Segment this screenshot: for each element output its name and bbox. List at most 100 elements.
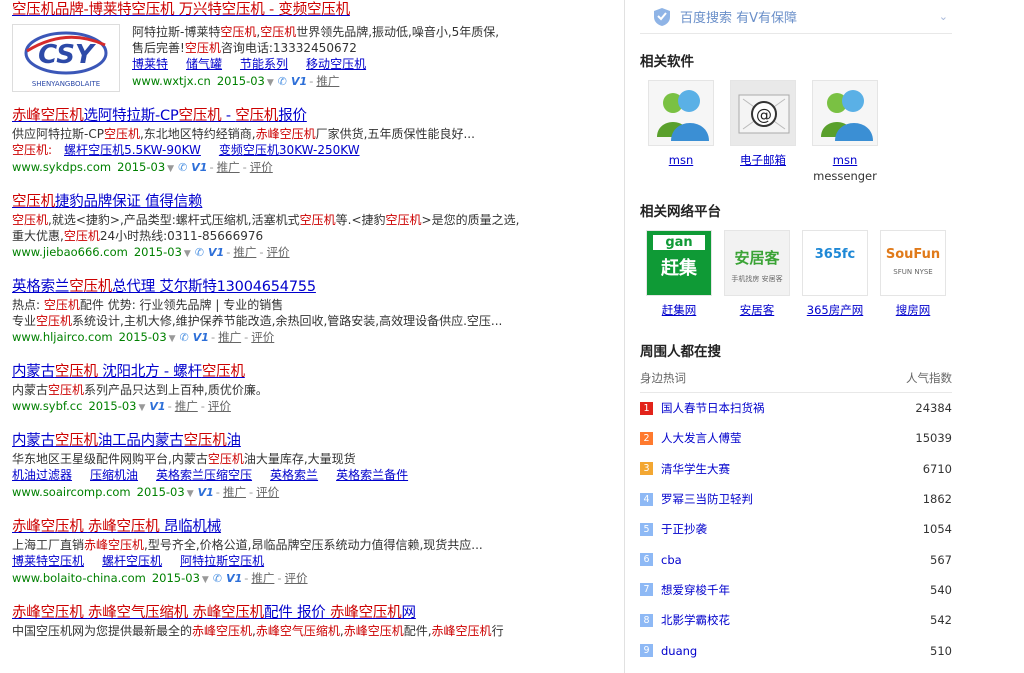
sitelink[interactable]: 移动空压机 [306,57,366,71]
result-title-link[interactable]: 赤峰空压机 赤峰空压机 昂临机械 [12,517,221,537]
platform-item[interactable]: SouFun SFUN NYSE 搜房网 [874,230,952,318]
evaluate-link[interactable]: 评价 [208,399,231,413]
hot-search-row[interactable]: 7 想爱穿梭千年 540 [640,575,952,605]
result-title-link[interactable]: 内蒙古空压机油工品内蒙古空压机油 [12,431,241,451]
software-item[interactable]: msn messenger [804,80,886,184]
dropdown-caret-icon[interactable]: ▼ [169,334,176,344]
platform-item[interactable]: 安居客 手机找房 安居客安居客 [718,230,796,318]
sitelink[interactable]: 机油过滤器 [12,468,72,482]
platform-label[interactable]: 搜房网 [874,302,952,318]
hot-search-row[interactable]: 6 cba 567 [640,544,952,574]
hot-keyword-link[interactable]: duang [661,644,930,658]
software-label[interactable]: 电子邮箱 [722,152,804,168]
hot-search-row[interactable]: 8 北影学霸校花 542 [640,605,952,635]
v1-verified-icon[interactable]: V1 [191,161,207,174]
sitelink[interactable]: 阿特拉斯空压机 [180,554,264,568]
sitelink[interactable]: 压缩机油 [90,468,138,482]
hot-search-row[interactable]: 4 罗幂三当防卫轻判 1862 [640,484,952,514]
platform-item[interactable]: gan 赶集赶集网 [640,230,718,318]
result-title-link[interactable]: 赤峰空压机 赤峰空气压缩机 赤峰空压机配件 报价 赤峰空压机网 [12,603,416,623]
hot-keyword-link[interactable]: 北影学霸校花 [661,612,930,628]
evaluate-link[interactable]: 评价 [256,485,279,499]
software-label[interactable]: msn [804,152,886,168]
sitelink[interactable]: 博莱特 [132,57,168,71]
sitelink[interactable]: 英格索兰备件 [336,468,408,482]
result-title-link[interactable]: 赤峰空压机选阿特拉斯-CP空压机 - 空压机报价 [12,106,307,126]
result-title-link[interactable]: 空压机捷豹品牌保证 值得信赖 [12,192,203,212]
hot-keyword-link[interactable]: cba [661,553,930,567]
company-logo[interactable]: CSY SHENYANGBOLAITE [12,24,120,92]
platform-label[interactable]: 赶集网 [640,302,718,318]
hot-search-row[interactable]: 3 清华学生大赛 6710 [640,454,952,484]
promo-link[interactable]: 推广 [316,74,339,88]
evaluate-link[interactable]: 评价 [250,160,273,174]
dropdown-caret-icon[interactable]: ▼ [184,249,191,259]
msn-icon[interactable] [648,80,714,146]
promo-link[interactable]: 推广 [218,330,241,344]
sitelink[interactable]: 螺杆空压机 [102,554,162,568]
hot-keyword-link[interactable]: 清华学生大赛 [661,461,923,477]
phone-icon[interactable]: ✆ [180,331,189,344]
hot-search-row[interactable]: 5 于正抄袭 1054 [640,514,952,544]
promo-link[interactable]: 推广 [233,245,256,259]
dropdown-caret-icon[interactable]: ▼ [267,78,274,88]
result-url[interactable]: www.hljairco.com [12,330,113,344]
v1-verified-icon[interactable]: V1 [291,75,307,88]
evaluate-link[interactable]: 评价 [267,245,290,259]
sitelink[interactable]: 英格索兰 [270,468,318,482]
email-icon[interactable]: @ [730,80,796,146]
result-url[interactable]: www.wxtjx.cn [132,74,211,88]
chevron-down-icon[interactable]: ⌄ [939,10,948,23]
platform-logo[interactable]: 安居客 手机找房 安居客 [724,230,790,296]
sitelink[interactable]: 英格索兰压缩空压 [156,468,252,482]
software-item[interactable]: @ 电子邮箱 [722,80,804,184]
sitelink[interactable]: 节能系列 [240,57,288,71]
v1-verified-icon[interactable]: V1 [198,486,214,499]
promo-link[interactable]: 推广 [223,485,246,499]
dropdown-caret-icon[interactable]: ▼ [167,164,174,174]
phone-icon[interactable]: ✆ [213,572,222,585]
hot-search-row[interactable]: 1 国人春节日本扫货祸 24384 [640,393,952,423]
software-label[interactable]: msn [640,152,722,168]
sitelink[interactable]: 变频空压机30KW-250KW [219,143,360,157]
v1-verified-icon[interactable]: V1 [208,246,224,259]
result-title-link[interactable]: 内蒙古空压机 沈阳北方 - 螺杆空压机 [12,362,245,382]
result-url[interactable]: www.soaircomp.com [12,485,131,499]
evaluate-link[interactable]: 评价 [285,571,308,585]
hot-search-row[interactable]: 9 duang 510 [640,635,952,665]
baidu-guarantee-bar[interactable]: 百度搜索 有V有保障 ⌄ [640,0,952,34]
hot-keyword-link[interactable]: 想爱穿梭千年 [661,582,930,598]
result-url[interactable]: www.sybf.cc [12,399,82,413]
v1-verified-icon[interactable]: V1 [149,400,165,413]
hot-keyword-link[interactable]: 罗幂三当防卫轻判 [661,491,923,507]
sitelink[interactable]: 博莱特空压机 [12,554,84,568]
sitelink[interactable]: 螺杆空压机5.5KW-90KW [64,143,201,157]
evaluate-link[interactable]: 评价 [251,330,274,344]
result-title-link[interactable]: 空压机品牌-博莱特空压机 万兴特空压机 - 变频空压机 [12,0,350,20]
dropdown-caret-icon[interactable]: ▼ [139,403,146,413]
v1-verified-icon[interactable]: V1 [226,572,242,585]
dropdown-caret-icon[interactable]: ▼ [187,489,194,499]
platform-logo[interactable]: SouFun SFUN NYSE [880,230,946,296]
promo-link[interactable]: 推广 [217,160,240,174]
msn-icon[interactable] [812,80,878,146]
v1-verified-icon[interactable]: V1 [193,331,209,344]
platform-logo[interactable]: 365fc [802,230,868,296]
software-item[interactable]: msn [640,80,722,184]
platform-item[interactable]: 365fc 365房产网 [796,230,874,318]
result-url[interactable]: www.sykdps.com [12,160,111,174]
hot-keyword-link[interactable]: 人大发言人傅莹 [661,430,915,446]
dropdown-caret-icon[interactable]: ▼ [202,575,209,585]
result-url[interactable]: www.bolaito-china.com [12,571,146,585]
phone-icon[interactable]: ✆ [278,75,287,88]
hot-search-row[interactable]: 2 人大发言人傅莹 15039 [640,423,952,453]
hot-keyword-link[interactable]: 于正抄袭 [661,521,923,537]
promo-link[interactable]: 推广 [175,399,198,413]
platform-logo[interactable]: gan 赶集 [646,230,712,296]
hot-keyword-link[interactable]: 国人春节日本扫货祸 [661,400,915,416]
platform-label[interactable]: 安居客 [718,302,796,318]
phone-icon[interactable]: ✆ [178,161,187,174]
result-title-link[interactable]: 英格索兰空压机总代理 艾尔斯特13004654755 [12,277,316,297]
platform-label[interactable]: 365房产网 [796,302,874,318]
result-url[interactable]: www.jiebao666.com [12,245,128,259]
